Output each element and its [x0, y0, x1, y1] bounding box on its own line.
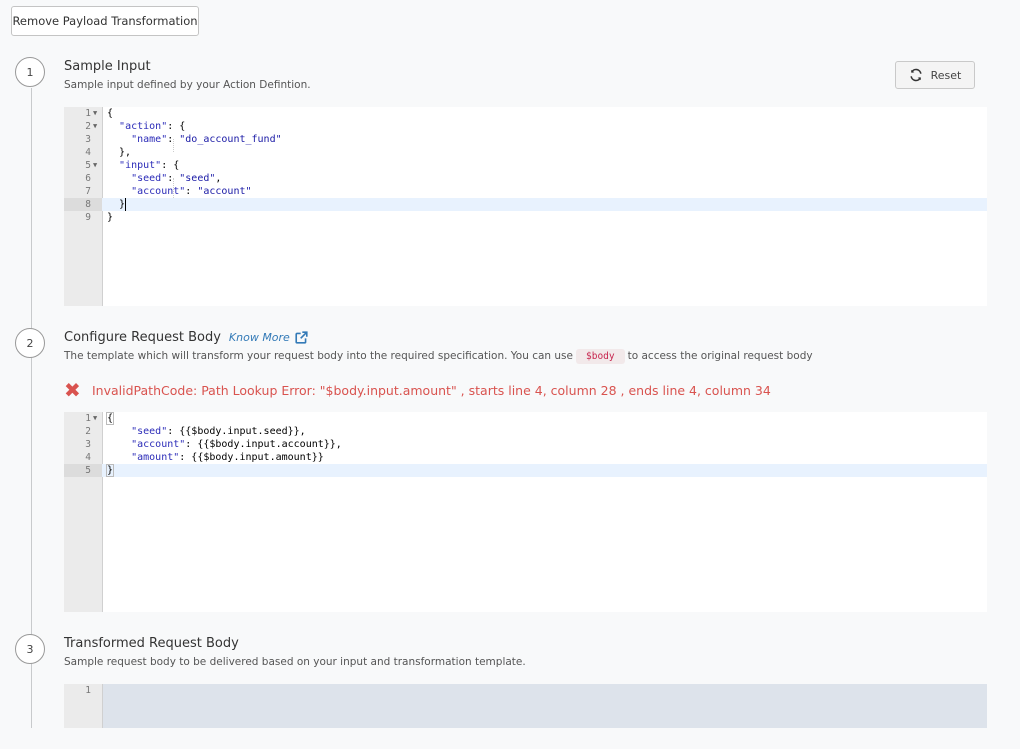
step-3-title: Transformed Request Body [64, 636, 239, 651]
step-3-description: Sample request body to be delivered base… [64, 656, 526, 668]
step-1-circle: 1 [15, 57, 45, 87]
code-line: 2 ▼ "action": { [85, 121, 186, 132]
code-line: 4 }, [85, 147, 132, 158]
refresh-icon [910, 68, 922, 82]
code-line: 5 ▼ "input": { [85, 160, 180, 171]
know-more-link[interactable]: Know More [229, 331, 290, 344]
step-2-title: Configure Request Body [64, 330, 221, 345]
code-line: 6 "seed": "seed", [85, 173, 222, 184]
code-line: 3 "account": {{$body.input.account}}, [85, 439, 342, 450]
step-2-description: The template which will transform your r… [64, 349, 813, 364]
reset-label: Reset [930, 68, 962, 82]
step-timeline [31, 88, 32, 728]
code-line: 3 "name": "do_account_fund" [85, 134, 282, 145]
error-x-icon: ✖ [64, 378, 81, 402]
body-variable-chip: $body [576, 349, 625, 364]
line-number: 1 [85, 685, 91, 696]
step-3-circle: 3 [15, 634, 45, 664]
step-2-title-row: Configure Request Body Know More [64, 330, 308, 345]
code-line: 1 ▼ { [85, 412, 115, 425]
request-body-template-editor[interactable]: 1 ▼ { 2 "seed": {{$body.input.seed}}, 3 "… [64, 412, 987, 612]
code-line: 4 "amount": {{$body.input.amount}} [85, 452, 324, 463]
step-1-title: Sample Input [64, 59, 151, 74]
reset-button[interactable]: Reset [895, 61, 975, 89]
step-1-description: Sample input defined by your Action Defi… [64, 79, 311, 91]
code-line: 2 "seed": {{$body.input.seed}}, [85, 426, 306, 437]
sample-input-editor[interactable]: 1 ▼ { 2 ▼ "action": { 3 "name": "do_accoun… [64, 107, 987, 306]
error-text: InvalidPathCode: Path Lookup Error: "$bo… [92, 382, 771, 398]
code-line: 7 "account": "account" [85, 186, 252, 197]
step-2-circle: 2 [15, 328, 45, 358]
transformed-request-body-editor[interactable]: 1 [64, 684, 987, 728]
external-link-icon[interactable] [295, 331, 308, 344]
code-line: 1 ▼ { [85, 108, 114, 119]
error-message: ✖ InvalidPathCode: Path Lookup Error: "$… [64, 380, 771, 400]
code-line: 9 } [85, 212, 114, 223]
code-line-active: 8 } [64, 198, 987, 211]
code-line-active: 5 } [64, 464, 987, 477]
remove-payload-transformation-button[interactable]: Remove Payload Transformation [11, 6, 199, 36]
